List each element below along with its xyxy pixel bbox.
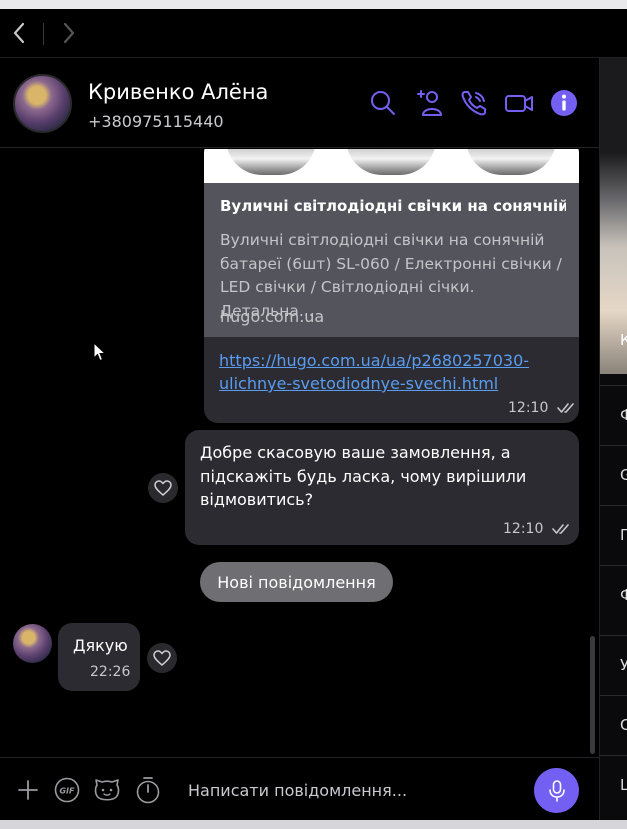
message-timestamp: 22:26	[90, 664, 131, 680]
chat-scrollbar[interactable]	[590, 636, 595, 754]
outgoing-message[interactable]: Добре скасовую ваше замовлення, а підска…	[185, 430, 579, 545]
panel-item[interactable]: С	[600, 695, 627, 754]
product-image-lamp	[226, 149, 316, 175]
window-bottom-edge	[0, 820, 627, 829]
window-top-edge	[0, 0, 627, 9]
like-button[interactable]	[148, 473, 178, 503]
plus-icon	[18, 780, 38, 800]
incoming-message[interactable]: Дякую 22:26	[58, 623, 140, 691]
contact-name[interactable]: Кривенко Алёна	[88, 80, 268, 104]
back-button[interactable]	[5, 19, 33, 47]
message-input[interactable]	[180, 772, 520, 808]
sticker-button[interactable]	[93, 776, 121, 804]
add-contact-icon	[417, 90, 442, 116]
video-call-button[interactable]	[504, 88, 534, 118]
panel-item[interactable]: У	[600, 635, 627, 694]
message-timestamp: 12:10	[508, 397, 577, 416]
like-button[interactable]	[147, 643, 177, 673]
read-checkmarks-icon	[552, 523, 570, 534]
chevron-right-icon	[63, 22, 75, 44]
product-image-lamp	[346, 149, 436, 175]
gif-button[interactable]: GIF	[53, 776, 81, 804]
phone-call-icon	[461, 91, 486, 116]
info-button[interactable]	[549, 88, 579, 118]
panel-item[interactable]: Ц	[600, 755, 627, 814]
new-messages-divider: Нові повідомлення	[200, 562, 393, 602]
message-text: Дякую	[73, 636, 128, 655]
sender-avatar[interactable]	[13, 624, 52, 663]
panel-item[interactable]: П	[600, 505, 627, 564]
message-composer: GIF	[0, 757, 599, 820]
microphone-icon	[548, 779, 565, 802]
contact-avatar[interactable]	[13, 74, 72, 133]
message-list[interactable]: Вуличні світлодіодні свічки на сонячній.…	[0, 149, 599, 757]
read-checkmarks-icon	[557, 402, 575, 413]
panel-item[interactable]: Ф	[600, 385, 627, 444]
message-timestamp: 12:10	[503, 518, 572, 537]
message-text: Добре скасовую ваше замовлення, а підска…	[200, 443, 527, 509]
timer-button[interactable]	[134, 776, 162, 804]
chat-header: Кривенко Алёна +380975115440	[0, 58, 599, 148]
video-call-icon	[505, 95, 533, 112]
search-icon	[371, 91, 395, 115]
search-button[interactable]	[368, 88, 398, 118]
gif-icon: GIF	[54, 777, 80, 803]
link-preview-domain: hugo.com.ua	[220, 307, 325, 326]
panel-item[interactable]: G	[600, 445, 627, 504]
svg-text:GIF: GIF	[59, 787, 75, 796]
add-contact-button[interactable]	[415, 88, 445, 118]
chevron-left-icon	[13, 22, 25, 44]
heart-icon	[153, 650, 171, 666]
link-preview-message[interactable]: Вуличні світлодіодні свічки на сонячній.…	[204, 149, 579, 423]
voice-call-button[interactable]	[459, 88, 489, 118]
contact-phone: +380975115440	[88, 112, 224, 131]
link-preview[interactable]: Вуличні світлодіодні свічки на сонячній.…	[204, 183, 579, 337]
forward-button[interactable]	[55, 19, 83, 47]
voice-message-button[interactable]	[534, 768, 579, 813]
heart-icon	[154, 480, 172, 496]
panel-media-preview[interactable]	[600, 58, 627, 374]
message-link[interactable]: https://hugo.com.ua/ua/p2680257030-ulich…	[219, 349, 539, 395]
link-preview-image[interactable]	[204, 149, 579, 183]
timer-icon	[136, 777, 160, 804]
panel-item[interactable]: Ф	[600, 565, 627, 624]
navigation-bar	[0, 9, 627, 58]
product-image-lamp	[466, 149, 556, 175]
link-preview-title: Вуличні світлодіодні свічки на сонячній.…	[220, 197, 566, 215]
panel-media-caption: К	[620, 331, 627, 349]
mouse-cursor-icon	[93, 342, 107, 362]
sticker-icon	[94, 779, 120, 801]
info-icon	[551, 90, 577, 116]
contact-info-panel: К Ф G П Ф У С Ц	[599, 58, 627, 820]
nav-separator	[43, 23, 44, 45]
attach-button[interactable]	[14, 776, 42, 804]
